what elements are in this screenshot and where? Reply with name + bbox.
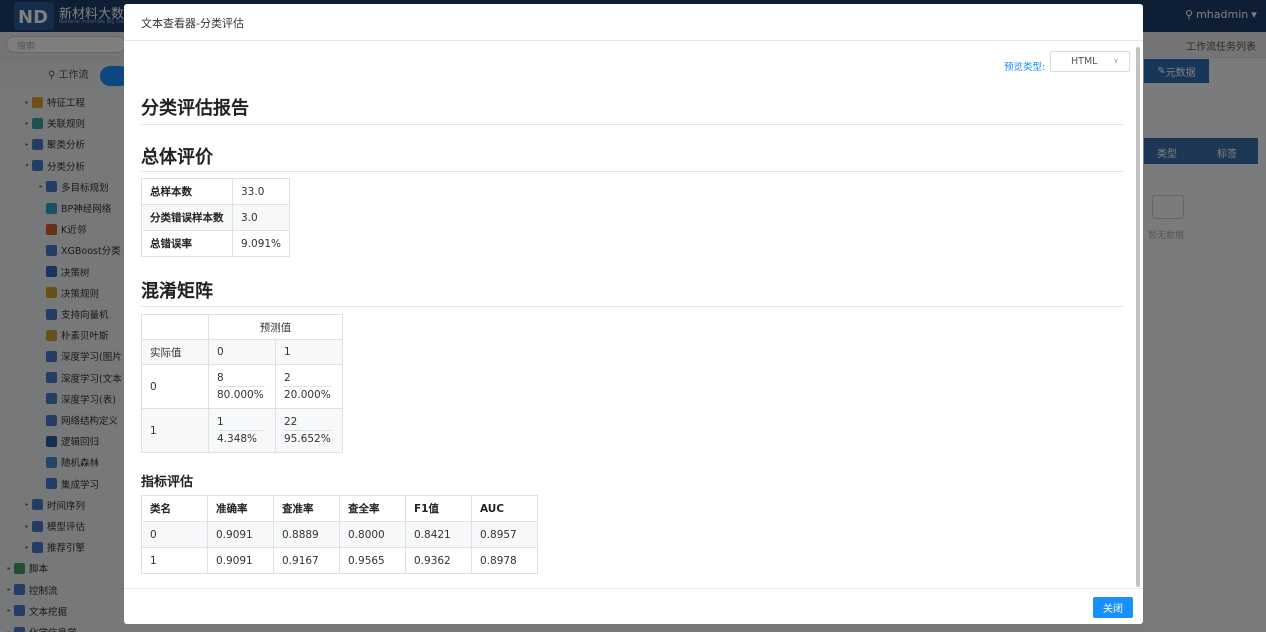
- summary-row: 分类错误样本数 3.0: [141, 204, 291, 231]
- summary-value: 9.091%: [231, 230, 291, 257]
- metrics-cell: 0: [141, 521, 208, 548]
- preview-type-select[interactable]: HTML ∨: [1050, 51, 1130, 72]
- metrics-cell: 0.8421: [405, 521, 472, 548]
- metrics-header-row: 类名 准确率 查准率 查全率 F1值 AUC: [141, 495, 538, 522]
- metrics-row: 0 0.9091 0.8889 0.8000 0.8421 0.8957: [141, 521, 538, 548]
- cm-cell: 22 95.652%: [275, 408, 343, 453]
- divider: [141, 306, 1124, 307]
- divider: [141, 171, 1124, 172]
- metrics-cell: 0.8978: [471, 547, 538, 574]
- cm-percent: 4.348%: [217, 433, 258, 445]
- metrics-header: AUC: [471, 495, 538, 522]
- cm-percent: 95.652%: [284, 433, 331, 445]
- summary-row: 总错误率 9.091%: [141, 230, 291, 257]
- cm-row-label: 0: [141, 364, 209, 409]
- text-viewer-modal: 文本查看器-分类评估 预览类型: HTML ∨ 分类评估报告 总体评价 总样本数…: [124, 4, 1143, 624]
- metrics-row: 1 0.9091 0.9167 0.9565 0.9362 0.8978: [141, 547, 538, 574]
- metrics-cell: 0.8889: [273, 521, 340, 548]
- preview-type-label: 预览类型:: [1004, 62, 1046, 73]
- divider: [141, 124, 1124, 125]
- modal-header: 文本查看器-分类评估: [124, 4, 1143, 41]
- summary-row: 总样本数 33.0: [141, 178, 291, 205]
- summary-key: 总错误率: [141, 230, 233, 257]
- report-title: 分类评估报告: [141, 98, 249, 119]
- metrics-cell: 0.8957: [471, 521, 538, 548]
- modal-body: 预览类型: HTML ∨ 分类评估报告 总体评价 总样本数 33.0 分类错误样本数…: [124, 42, 1143, 588]
- summary-title: 总体评价: [141, 147, 213, 168]
- cm-column-label: 1: [275, 339, 343, 365]
- cm-count: 1: [217, 416, 265, 431]
- metrics-cell: 1: [141, 547, 208, 574]
- modal-footer: 关闭: [124, 588, 1143, 624]
- close-button[interactable]: 关闭: [1093, 597, 1133, 618]
- cm-column-row: 实际值 0 1: [141, 339, 343, 365]
- metrics-header: 类名: [141, 495, 208, 522]
- summary-value: 33.0: [231, 178, 291, 205]
- metrics-cell: 0.9167: [273, 547, 340, 574]
- summary-key: 总样本数: [141, 178, 233, 205]
- cm-column-label: 0: [208, 339, 276, 365]
- modal-title: 文本查看器-分类评估: [141, 17, 244, 30]
- cm-predicted-header: 预测值: [208, 314, 343, 340]
- cm-percent: 80.000%: [217, 389, 264, 401]
- metrics-title: 指标评估: [141, 475, 194, 490]
- chevron-down-icon: ∨: [1113, 56, 1119, 65]
- cm-row-label: 1: [141, 408, 209, 453]
- summary-key: 分类错误样本数: [141, 204, 233, 231]
- cm-percent: 20.000%: [284, 389, 331, 401]
- metrics-cell: 0.9091: [207, 547, 274, 574]
- cm-count: 2: [284, 372, 332, 387]
- cm-header-row: 预测值: [141, 314, 343, 340]
- metrics-cell: 0.8000: [339, 521, 406, 548]
- preview-type-value: HTML: [1071, 56, 1098, 67]
- cm-row: 1 1 4.348% 22 95.652%: [141, 408, 343, 453]
- cm-count: 22: [284, 416, 332, 431]
- cm-cell: 8 80.000%: [208, 364, 276, 409]
- metrics-header: 查准率: [273, 495, 340, 522]
- summary-value: 3.0: [231, 204, 291, 231]
- cm-row: 0 8 80.000% 2 20.000%: [141, 364, 343, 409]
- summary-table: 总样本数 33.0 分类错误样本数 3.0 总错误率 9.091%: [141, 178, 291, 257]
- cm-corner: [141, 314, 209, 340]
- metrics-cell: 0.9565: [339, 547, 406, 574]
- cm-cell: 1 4.348%: [208, 408, 276, 453]
- confusion-title: 混淆矩阵: [141, 281, 213, 302]
- confusion-matrix-table: 预测值 实际值 0 1 0 8 80.000% 2 20.000% 1 1 4.348% 22 95.65…: [141, 314, 343, 453]
- metrics-header: F1值: [405, 495, 472, 522]
- metrics-table: 类名 准确率 查准率 查全率 F1值 AUC 0 0.9091 0.8889 0.8000 0.84…: [141, 495, 538, 574]
- metrics-header: 查全率: [339, 495, 406, 522]
- cm-count: 8: [217, 372, 265, 387]
- metrics-header: 准确率: [207, 495, 274, 522]
- scrollbar-thumb[interactable]: [1136, 47, 1140, 587]
- cm-cell: 2 20.000%: [275, 364, 343, 409]
- metrics-cell: 0.9091: [207, 521, 274, 548]
- cm-actual-header: 实际值: [141, 339, 209, 365]
- metrics-cell: 0.9362: [405, 547, 472, 574]
